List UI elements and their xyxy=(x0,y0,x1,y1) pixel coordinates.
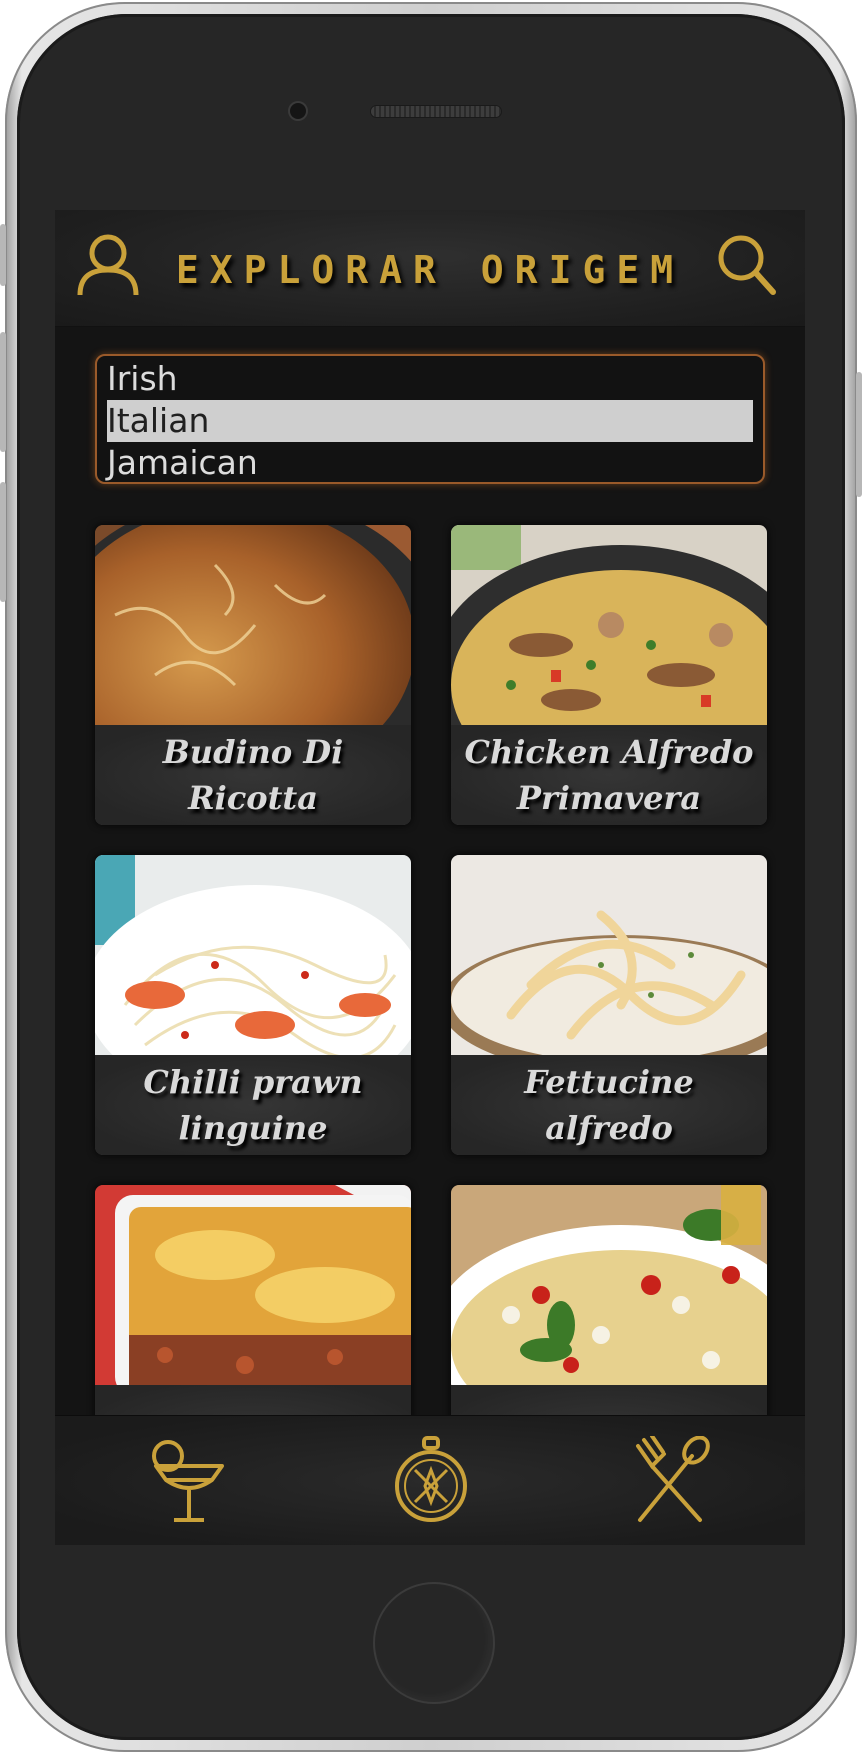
tab-recipes[interactable] xyxy=(630,1434,710,1530)
profile-button[interactable] xyxy=(77,232,139,298)
recipe-image xyxy=(95,1185,411,1385)
search-icon xyxy=(718,235,776,295)
recipe-title: Budino Di Ricotta xyxy=(95,725,411,825)
recipe-title: Chilli prawn linguine xyxy=(95,1055,411,1155)
compass-icon xyxy=(395,1436,467,1522)
tab-explore[interactable] xyxy=(393,1436,469,1530)
recipe-card[interactable]: Chicken Alfredo Primavera xyxy=(451,525,767,825)
recipe-grid: Budino Di Ricotta Chicken Alfredo Primav… xyxy=(95,525,767,1545)
recipe-title: Fettucine alfredo xyxy=(451,1055,767,1155)
recipe-image xyxy=(95,855,411,1055)
recipe-image xyxy=(451,855,767,1055)
bottom-tab-bar xyxy=(55,1415,805,1545)
app-screen: EXPLORAR ORIGEM Irish Italian Jamaican B… xyxy=(55,210,805,1545)
earpiece-speaker xyxy=(371,106,501,117)
recipe-card[interactable]: Budino Di Ricotta xyxy=(95,525,411,825)
recipe-image xyxy=(451,525,767,725)
tab-drinks[interactable] xyxy=(150,1436,228,1528)
search-button[interactable] xyxy=(715,232,777,298)
side-button xyxy=(856,372,862,497)
recipe-image xyxy=(451,1185,767,1385)
origin-select-list[interactable]: Irish Italian Jamaican xyxy=(95,354,765,484)
recipe-title: Chicken Alfredo Primavera xyxy=(451,725,767,825)
origin-option-jamaican[interactable]: Jamaican xyxy=(107,442,753,484)
recipe-card[interactable]: Chilli prawn linguine xyxy=(95,855,411,1155)
side-button xyxy=(0,482,6,602)
front-camera xyxy=(290,103,306,119)
app-header: EXPLORAR ORIGEM xyxy=(55,210,805,327)
origin-option-irish[interactable]: Irish xyxy=(107,358,753,400)
home-button[interactable] xyxy=(373,1582,495,1704)
side-button xyxy=(0,332,6,452)
recipe-image xyxy=(95,525,411,725)
side-button xyxy=(0,224,6,286)
cocktail-icon xyxy=(152,1440,224,1522)
origin-option-italian[interactable]: Italian xyxy=(107,400,753,442)
fork-spoon-icon xyxy=(636,1434,710,1522)
page-title: EXPLORAR ORIGEM xyxy=(175,248,685,292)
recipe-card[interactable]: Fettucine alfredo xyxy=(451,855,767,1155)
user-icon xyxy=(77,234,139,296)
